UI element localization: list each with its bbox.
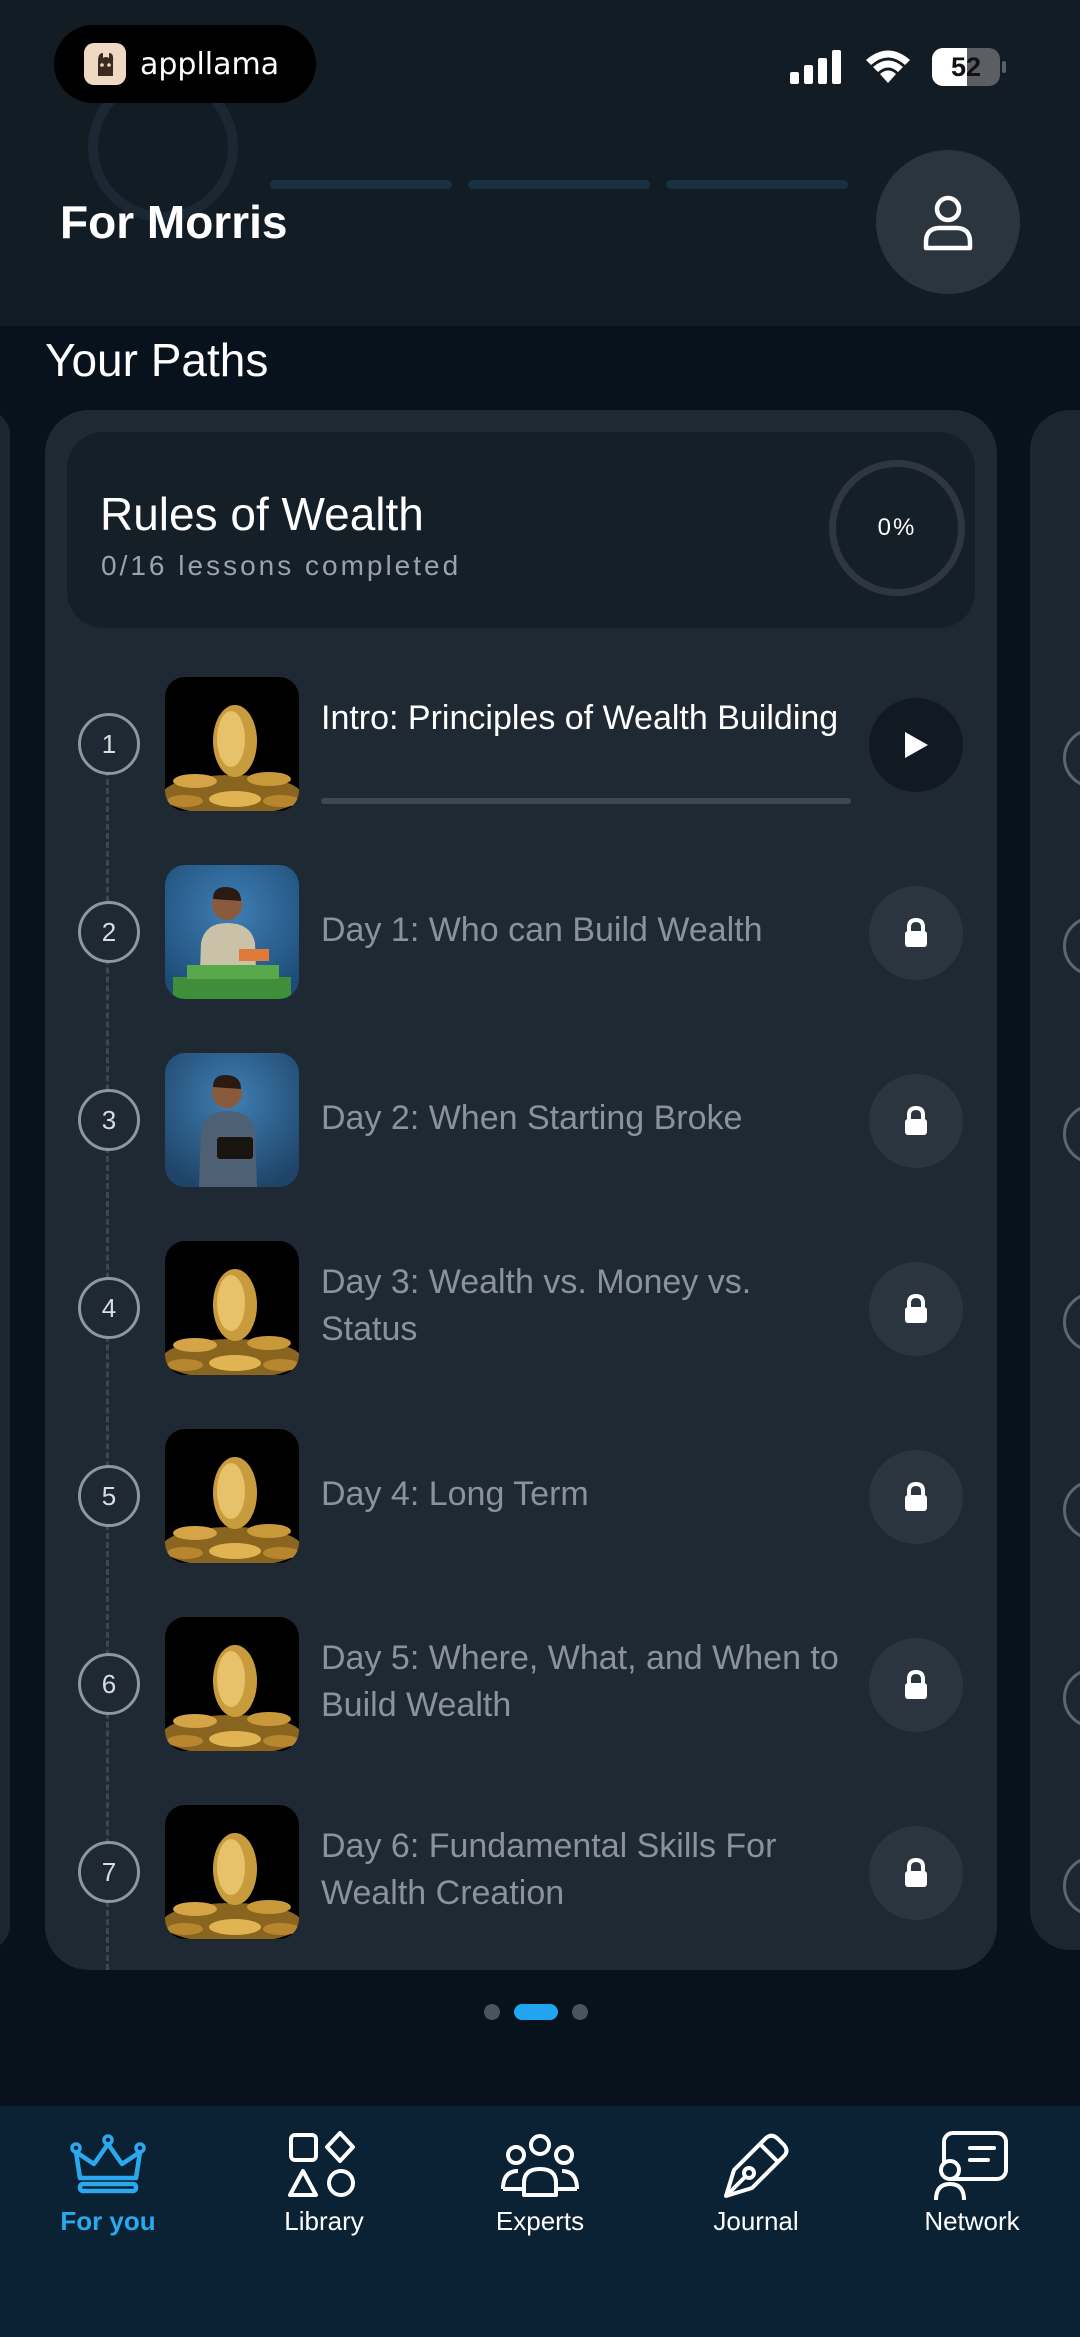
lesson-row[interactable]: 2 Day 1: Who can Build Wealth: [45, 858, 997, 1008]
path-progress-ring: 0%: [829, 460, 965, 596]
lesson-row[interactable]: 6 Day 5: Where, What, and When to Build W…: [45, 1610, 997, 1760]
lesson-thumbnail[interactable]: [165, 1429, 299, 1563]
lesson-number: 1: [78, 713, 140, 775]
people-icon: [498, 2128, 582, 2204]
nav-label: Library: [284, 2206, 364, 2236]
lesson-title: Day 2: When Starting Broke: [321, 1099, 743, 1137]
lesson-thumbnail[interactable]: [165, 865, 299, 999]
nav-label: Network: [924, 2206, 1020, 2236]
profile-button[interactable]: [876, 150, 1020, 294]
nav-item-library[interactable]: Library: [216, 2106, 432, 2337]
page-indicator: [484, 2004, 588, 2020]
lesson-title: Day 1: Who can Build Wealth: [321, 911, 763, 949]
path-progress-percent: 0%: [877, 514, 917, 541]
nav-item-experts[interactable]: Experts: [432, 2106, 648, 2337]
lesson-number: 2: [78, 901, 140, 963]
locked-button[interactable]: [869, 1450, 963, 1544]
page-dot[interactable]: [484, 2004, 500, 2020]
lesson-title: Day 6: Fundamental Skills For Wealth Cre…: [321, 1827, 777, 1912]
llama-logo-icon: [84, 43, 126, 85]
page-dot[interactable]: [572, 2004, 588, 2020]
lock-icon: [903, 1294, 929, 1324]
shapes-icon: [282, 2128, 366, 2204]
battery-icon: 52: [932, 48, 1006, 86]
page-title: For Morris: [60, 196, 288, 248]
lesson-row[interactable]: 4 Day 3: Wealth vs. Money vs. Status: [45, 1234, 997, 1384]
header: appllama 52 For Morris: [0, 0, 1080, 326]
lock-icon: [903, 1482, 929, 1512]
path-progress-text: 0/16 lessons completed: [101, 550, 462, 581]
nav-item-journal[interactable]: Journal: [648, 2106, 864, 2337]
nav-label: For you: [60, 2206, 156, 2236]
lesson-title: Day 5: Where, What, and When to Build We…: [321, 1639, 839, 1724]
page-dot-active[interactable]: [514, 2004, 558, 2020]
app-badge-label: appllama: [140, 46, 280, 82]
app-screen: appllama 52 For Morris Your Paths Rules …: [0, 0, 1080, 2337]
play-icon: [902, 730, 930, 760]
background-bar: [270, 180, 452, 189]
lesson-title: Day 4: Long Term: [321, 1475, 589, 1513]
lock-icon: [903, 918, 929, 948]
lesson-thumbnail[interactable]: [165, 1617, 299, 1751]
locked-button[interactable]: [869, 1826, 963, 1920]
play-button[interactable]: [869, 698, 963, 792]
lesson-progress-bar: [321, 798, 851, 804]
pen-icon: [714, 2128, 798, 2204]
lesson-title: Intro: Principles of Wealth Building: [321, 699, 839, 737]
previous-path-card[interactable]: [0, 410, 10, 1950]
lesson-row[interactable]: 3 Day 2: When Starting Broke: [45, 1046, 997, 1196]
lesson-row[interactable]: 1 Intro: Principles of Wealth Building: [45, 670, 997, 820]
path-title: Rules of Wealth: [100, 488, 424, 540]
status-icons: 52: [790, 48, 1006, 86]
nav-item-for-you[interactable]: For you: [0, 2106, 216, 2337]
path-card-header: Rules of Wealth 0/16 lessons completed 0…: [67, 432, 975, 628]
background-bar: [666, 180, 848, 189]
lesson-number: 6: [78, 1653, 140, 1715]
battery-level: 52: [950, 52, 982, 82]
lesson-thumbnail[interactable]: [165, 1805, 299, 1939]
lock-icon: [903, 1858, 929, 1888]
nav-label: Journal: [713, 2206, 799, 2236]
locked-button[interactable]: [869, 1074, 963, 1168]
lesson-number: 7: [78, 1841, 140, 1903]
lock-icon: [903, 1670, 929, 1700]
lesson-thumbnail[interactable]: [165, 1241, 299, 1375]
section-title: Your Paths: [45, 334, 269, 386]
lesson-number: 3: [78, 1089, 140, 1151]
lesson-number: 4: [78, 1277, 140, 1339]
locked-button[interactable]: [869, 886, 963, 980]
lesson-thumbnail[interactable]: [165, 677, 299, 811]
person-icon: [923, 195, 973, 251]
locked-button[interactable]: [869, 1262, 963, 1356]
lesson-row[interactable]: 5 Day 4: Long Term: [45, 1422, 997, 1572]
crown-icon: [66, 2128, 150, 2204]
nav-label: Experts: [495, 2206, 585, 2236]
nav-item-network[interactable]: Network: [864, 2106, 1080, 2337]
bottom-nav: For you Library Experts Journal Network: [0, 2106, 1080, 2337]
background-bar: [468, 180, 650, 189]
lesson-number: 5: [78, 1465, 140, 1527]
path-card[interactable]: Rules of Wealth 0/16 lessons completed 0…: [45, 410, 997, 1970]
app-badge[interactable]: appllama: [54, 25, 316, 103]
lock-icon: [903, 1106, 929, 1136]
lesson-thumbnail[interactable]: [165, 1053, 299, 1187]
chat-person-icon: [930, 2128, 1014, 2204]
lesson-title: Day 3: Wealth vs. Money vs. Status: [321, 1263, 752, 1348]
signal-icon: [790, 50, 841, 84]
locked-button[interactable]: [869, 1638, 963, 1732]
lesson-row[interactable]: 7 Day 6: Fundamental Skills For Wealth Cr…: [45, 1798, 997, 1948]
wifi-icon: [866, 50, 910, 83]
